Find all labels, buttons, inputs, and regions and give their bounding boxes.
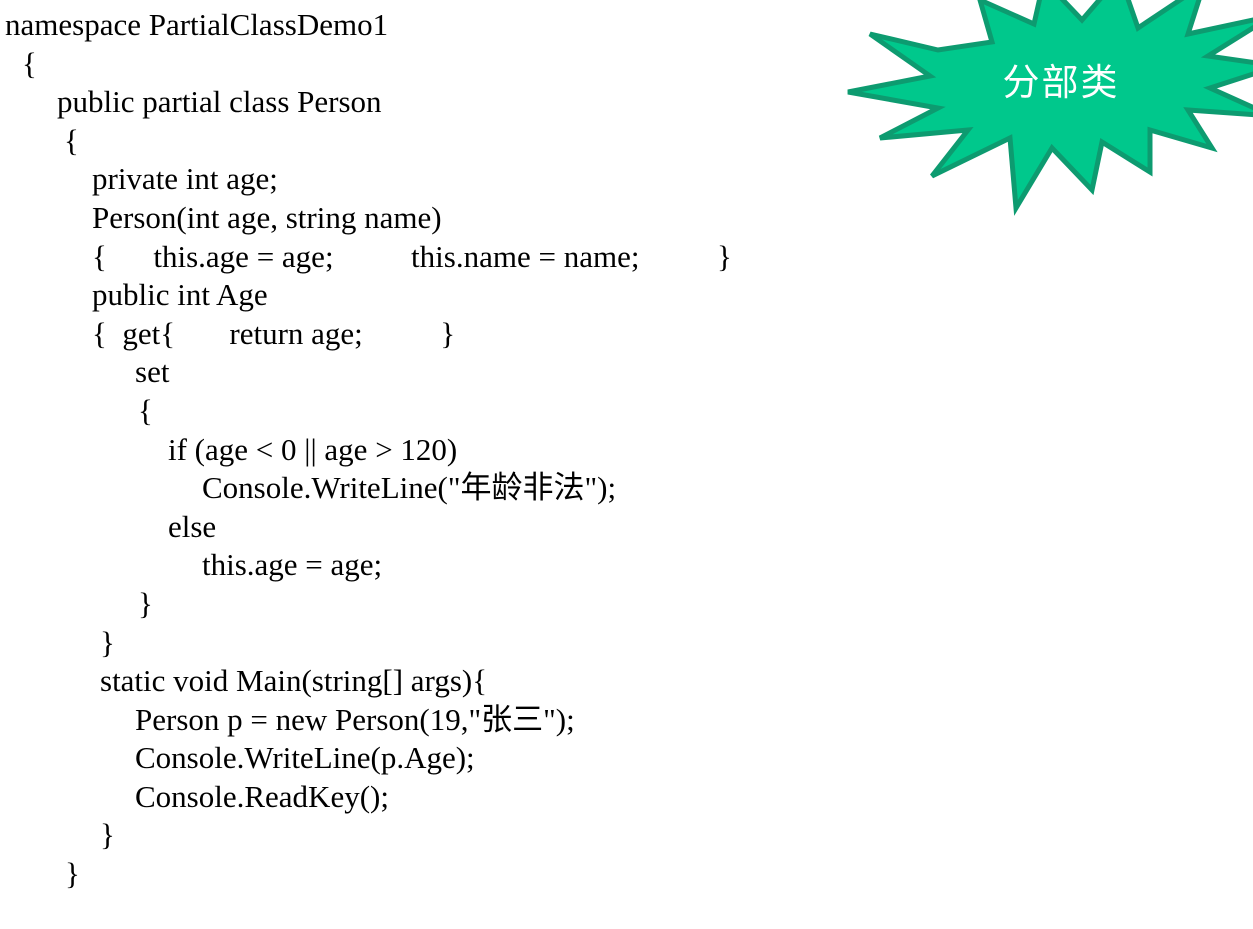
code-line: Person(int age, string name): [92, 199, 442, 235]
code-line: }: [100, 624, 115, 660]
slide-canvas: namespace PartialClassDemo1{public parti…: [0, 0, 1253, 929]
code-line: }: [65, 856, 80, 892]
code-line: { this.age = age; this.name = name; }: [92, 238, 732, 274]
code-line: namespace PartialClassDemo1: [5, 7, 389, 42]
code-line: { get{ return age; }: [92, 315, 456, 351]
code-line: {: [64, 122, 79, 158]
code-line: public int Age: [92, 277, 268, 313]
code-line: }: [100, 817, 115, 853]
starburst-callout: 分部类: [820, 0, 1253, 216]
code-line: Console.ReadKey();: [135, 778, 389, 814]
code-line: Console.WriteLine("年龄非法");: [202, 470, 617, 506]
code-line: else: [168, 508, 217, 544]
code-line: Console.WriteLine(p.Age);: [135, 740, 475, 776]
code-line: if (age < 0 || age > 120): [168, 431, 458, 467]
code-line: set: [135, 354, 170, 390]
code-line: public partial class Person: [57, 84, 382, 120]
code-line: private int age;: [92, 161, 278, 197]
code-line: Person p = new Person(19,"张三");: [135, 701, 575, 737]
code-line: }: [138, 585, 153, 621]
code-listing: namespace PartialClassDemo1{public parti…: [0, 0, 900, 894]
starburst-polygon: [847, 0, 1253, 216]
starburst-shape: [847, 0, 1253, 216]
code-line: {: [138, 392, 153, 428]
code-line: {: [22, 45, 37, 81]
code-line: static void Main(string[] args){: [100, 663, 488, 699]
code-line: this.age = age;: [202, 547, 383, 583]
